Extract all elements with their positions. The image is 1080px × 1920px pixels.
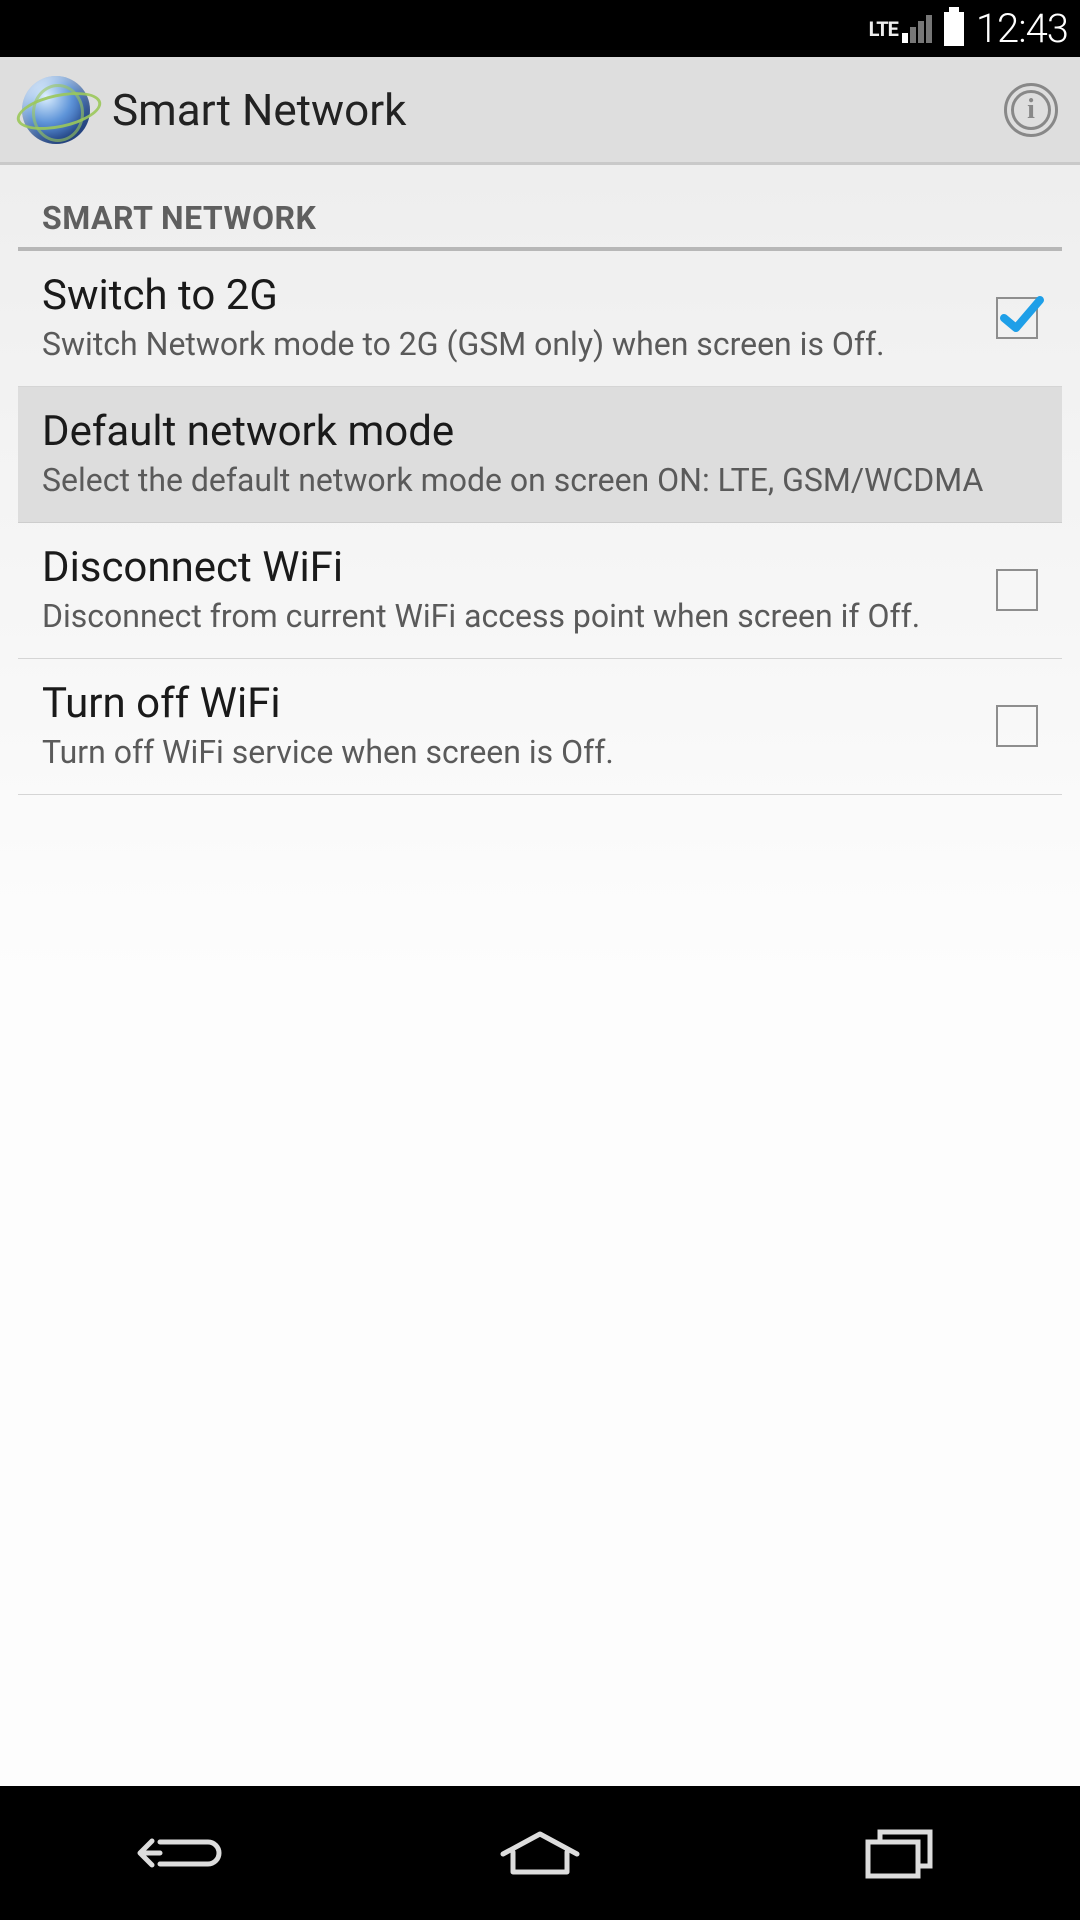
pref-disconnect-wifi[interactable]: Disconnect WiFi Disconnect from current … xyxy=(18,523,1062,659)
check-icon xyxy=(996,292,1044,340)
status-bar: LTE 12:43 xyxy=(0,0,1080,57)
pref-title: Turn off WiFi xyxy=(42,679,978,728)
navigation-bar xyxy=(0,1786,1080,1920)
action-bar: Smart Network i xyxy=(0,57,1080,165)
back-icon xyxy=(130,1828,230,1878)
recent-icon xyxy=(860,1826,940,1880)
checkbox-turn-off-wifi[interactable] xyxy=(996,705,1038,747)
pref-summary: Turn off WiFi service when screen is Off… xyxy=(42,732,978,772)
pref-summary: Switch Network mode to 2G (GSM only) whe… xyxy=(42,324,978,364)
signal-bars-icon xyxy=(902,15,932,43)
network-type-label: LTE xyxy=(869,17,898,41)
pref-turn-off-wifi[interactable]: Turn off WiFi Turn off WiFi service when… xyxy=(18,659,1062,795)
pref-title: Disconnect WiFi xyxy=(42,543,978,592)
pref-switch-to-2g[interactable]: Switch to 2G Switch Network mode to 2G (… xyxy=(18,251,1062,387)
pref-title: Default network mode xyxy=(42,407,1020,456)
battery-icon xyxy=(944,12,964,46)
checkbox-disconnect-wifi[interactable] xyxy=(996,569,1038,611)
settings-list: SMART NETWORK Switch to 2G Switch Networ… xyxy=(0,165,1080,1786)
status-clock: 12:43 xyxy=(976,5,1068,52)
globe-icon xyxy=(22,76,90,144)
back-button[interactable] xyxy=(120,1823,240,1883)
pref-summary: Disconnect from current WiFi access poin… xyxy=(42,596,978,636)
checkbox-switch-to-2g[interactable] xyxy=(996,297,1038,339)
pref-default-network-mode[interactable]: Default network mode Select the default … xyxy=(18,387,1062,523)
page-title: Smart Network xyxy=(112,84,1004,136)
home-button[interactable] xyxy=(480,1823,600,1883)
recent-apps-button[interactable] xyxy=(840,1823,960,1883)
pref-summary: Select the default network mode on scree… xyxy=(42,460,1020,500)
info-button[interactable]: i xyxy=(1004,83,1058,137)
signal-indicator: LTE xyxy=(869,15,932,43)
section-header: SMART NETWORK xyxy=(18,181,1062,251)
home-icon xyxy=(495,1828,585,1878)
pref-title: Switch to 2G xyxy=(42,271,978,320)
info-icon: i xyxy=(1027,94,1035,126)
